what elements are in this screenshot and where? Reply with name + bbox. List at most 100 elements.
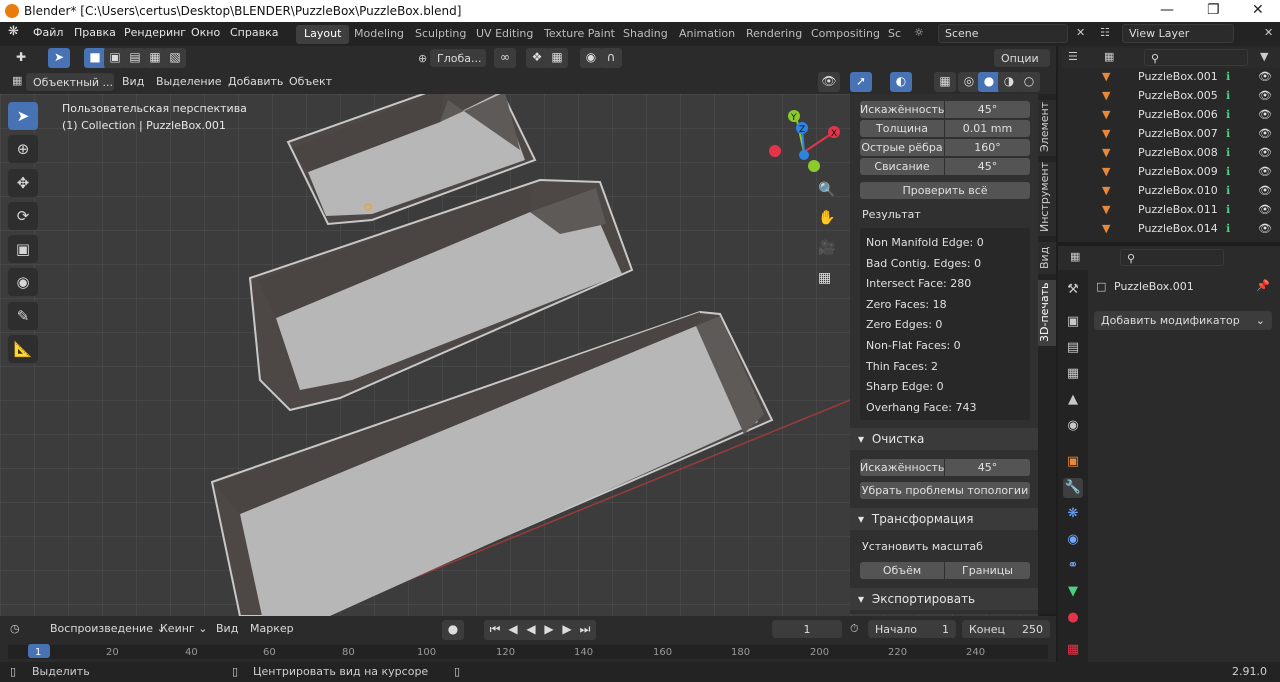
modifier-wrench-icon[interactable]: 🔧 (1063, 478, 1083, 498)
outliner-editor-icon[interactable]: ☰ (1068, 50, 1078, 63)
transform-orientation-dropdown[interactable]: Глоба... (430, 49, 486, 67)
proportional-falloff-icon[interactable]: ∩ (600, 48, 622, 68)
outliner-row[interactable]: ▼ PuzzleBox.009 ℹ 👁 (1060, 163, 1278, 182)
physics-icon[interactable]: ◉ (1063, 530, 1083, 550)
xray-icon[interactable]: ▦ (934, 72, 956, 92)
start-frame-field[interactable]: Начало 1 (868, 620, 956, 638)
view-layer-props-icon[interactable]: ▦ (1063, 364, 1083, 384)
outliner-row[interactable]: ▼ PuzzleBox.010 ℹ 👁 (1060, 182, 1278, 201)
result-item[interactable]: Sharp Edge: 0 (866, 380, 944, 393)
add-modifier-dropdown[interactable]: Добавить модификатор ⌄ (1094, 311, 1272, 330)
tab-modeling[interactable]: Modeling (346, 25, 412, 44)
result-item[interactable]: Thin Faces: 2 (866, 360, 938, 373)
overlays-icon[interactable]: ◐ (890, 72, 912, 92)
scene-remove-icon[interactable]: ✕ (1076, 26, 1085, 39)
tool-settings-icon[interactable]: ⚒ (1063, 280, 1083, 300)
tab-sculpting[interactable]: Sculpting (407, 25, 474, 44)
tab-texture-paint[interactable]: Texture Paint (536, 25, 623, 44)
scene-field[interactable]: Scene (938, 24, 1068, 43)
texture-icon[interactable]: ▦ (1063, 640, 1083, 660)
tab-3d-print[interactable]: 3D-печать (1038, 280, 1056, 346)
output-icon[interactable]: ▤ (1063, 338, 1083, 358)
result-item[interactable]: Non-Flat Faces: 0 (866, 339, 961, 352)
outliner-row[interactable]: ▼ PuzzleBox.005 ℹ 👁 (1060, 87, 1278, 106)
eye-icon[interactable]: 👁 (1258, 108, 1272, 121)
measure-tool-icon[interactable]: 📐 (8, 335, 38, 363)
wireframe-shading-icon[interactable]: ◎ (958, 72, 980, 92)
menu-edit[interactable]: Правка (74, 26, 116, 39)
sharp-edges-value[interactable]: 160° (945, 139, 1030, 156)
current-frame-field[interactable]: 1 (772, 620, 842, 638)
eye-icon[interactable]: 👁 (1258, 203, 1272, 216)
restore-icon[interactable]: ❐ (1207, 2, 1220, 18)
zoom-icon[interactable]: 🔍 (818, 182, 835, 198)
result-item[interactable]: Intersect Face: 280 (866, 277, 971, 290)
select-extend-icon[interactable]: ▣ (104, 48, 126, 68)
tab-more[interactable]: Sc (880, 25, 909, 44)
record-icon[interactable]: ● (442, 620, 464, 640)
tab-tool[interactable]: Инструмент (1038, 162, 1056, 236)
rendered-shading-icon[interactable]: ○ (1018, 72, 1040, 92)
eye-icon[interactable]: 👁 (1258, 184, 1272, 197)
properties-editor-icon[interactable]: ▦ (1070, 250, 1080, 263)
tab-item[interactable]: Элемент (1038, 100, 1056, 156)
result-item[interactable]: Zero Edges: 0 (866, 318, 942, 331)
view-layer-icon[interactable]: ☷ (1100, 26, 1110, 39)
menu-add[interactable]: Добавить (222, 73, 289, 91)
jump-end-icon[interactable]: ⏭ (574, 620, 596, 640)
select-mode-icon[interactable]: ➤ (48, 48, 70, 68)
overhang-row[interactable]: Свисание 45° (860, 158, 1030, 176)
scene-props-icon[interactable]: ▲ (1063, 390, 1083, 410)
cursor-tool-icon[interactable]: ⊕ (8, 135, 38, 163)
eye-icon[interactable]: 👁 (1258, 89, 1272, 102)
options-dropdown[interactable]: Опции (994, 49, 1050, 67)
menu-file[interactable]: Файл (33, 26, 63, 39)
thickness-value[interactable]: 0.01 mm (945, 120, 1030, 137)
filter-icon[interactable]: ▼ (1260, 50, 1268, 63)
cleanup-panel-header[interactable]: ▾ Очистка (850, 428, 1038, 450)
outliner-row[interactable]: ▼ PuzzleBox.014 ℹ 👁 (1060, 220, 1278, 239)
editor-type-icon[interactable]: ✚ (10, 48, 32, 68)
outliner-row[interactable]: ▼ PuzzleBox.006 ℹ 👁 (1060, 106, 1278, 125)
pivot-icon[interactable]: ∞ (494, 48, 516, 68)
particles-icon[interactable]: ❋ (1063, 504, 1083, 524)
perspective-grid-icon[interactable]: ▦ (818, 270, 831, 286)
end-frame-field[interactable]: Конец 250 (962, 620, 1050, 638)
select-subtract-icon[interactable]: ▤ (124, 48, 146, 68)
snap-target-icon[interactable]: ▦ (546, 48, 568, 68)
timeline-editor-icon[interactable]: ◷ (10, 622, 20, 635)
transform-panel-header[interactable]: ▾ Трансформация (850, 508, 1038, 530)
visibility-icon[interactable]: 👁 (818, 72, 840, 92)
menu-view[interactable]: Вид (116, 73, 150, 91)
menu-render[interactable]: Рендеринг (124, 26, 186, 39)
bounds-button[interactable]: Границы (945, 562, 1030, 579)
keying-menu[interactable]: Кеинг ⌄ (154, 620, 213, 638)
result-item[interactable]: Bad Contig. Edges: 0 (866, 257, 981, 270)
move-tool-icon[interactable]: ✥ (8, 169, 38, 197)
render-icon[interactable]: ▣ (1063, 312, 1083, 332)
tab-shading[interactable]: Shading (615, 25, 676, 44)
tab-layout[interactable]: Layout (296, 25, 350, 44)
export-panel-header[interactable]: ▾ Экспортировать (850, 588, 1038, 610)
outliner-row[interactable]: ▼ PuzzleBox.008 ℹ 👁 (1060, 144, 1278, 163)
distort-row[interactable]: Искажённость 45° (860, 101, 1030, 119)
tab-view[interactable]: Вид (1038, 242, 1056, 274)
material-icon[interactable]: ● (1063, 608, 1083, 628)
tab-rendering[interactable]: Rendering (738, 25, 810, 44)
outliner-filter-mode-icon[interactable]: ▦ (1104, 50, 1114, 63)
outliner-row[interactable]: ▼ PuzzleBox.007 ℹ 👁 (1060, 125, 1278, 144)
cleanup-distort-row[interactable]: Искажённость 45° (860, 459, 1030, 477)
outliner-search-input[interactable]: ⚲ (1144, 49, 1248, 66)
marker-menu[interactable]: Маркер (244, 620, 300, 638)
stopwatch-icon[interactable]: ⏱ (850, 622, 859, 636)
menu-select[interactable]: Выделение (150, 73, 228, 91)
constraints-icon[interactable]: ⚭ (1063, 556, 1083, 576)
annotate-tool-icon[interactable]: ✎ (8, 302, 38, 330)
select-box-new-icon[interactable]: ■ (84, 48, 106, 68)
pan-hand-icon[interactable]: ✋ (818, 210, 835, 226)
playback-menu[interactable]: Воспроизведение ⌄ (44, 620, 172, 638)
proportional-edit-icon[interactable]: ◉ (580, 48, 602, 68)
fix-topology-button[interactable]: Убрать проблемы топологии (860, 482, 1030, 499)
thickness-row[interactable]: Толщина 0.01 mm (860, 120, 1030, 138)
camera-icon[interactable]: 🎥 (818, 240, 835, 256)
